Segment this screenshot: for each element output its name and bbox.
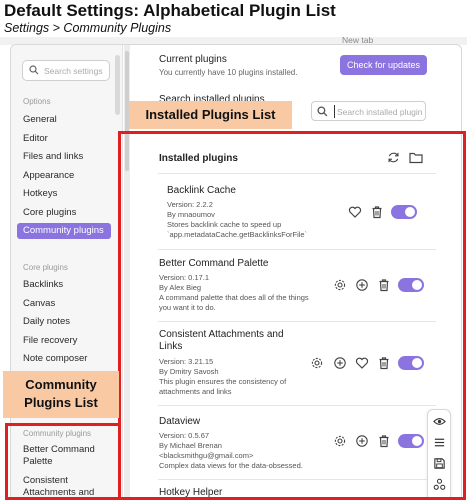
search-icon [29, 65, 39, 75]
sidebar-scrollbar[interactable] [115, 55, 120, 115]
sidebar-item-backlinks[interactable]: Backlinks [17, 277, 111, 293]
annotation-installed-plugins-label: Installed Plugins List [129, 101, 292, 129]
annotation-community-plugins-box [5, 423, 121, 500]
section-heading-options: Options [23, 97, 51, 106]
sidebar-item-editor[interactable]: Editor [17, 131, 111, 147]
check-for-updates-button[interactable]: Check for updates [340, 55, 427, 75]
sidebar-item-appearance[interactable]: Appearance [17, 168, 111, 184]
page-title: Default Settings: Alphabetical Plugin Li… [4, 1, 336, 20]
section-heading-core-plugins: Core plugins [23, 263, 68, 272]
current-plugins-subtitle: You currently have 10 plugins installed. [159, 68, 298, 77]
settings-search[interactable] [22, 60, 110, 81]
sidebar-item-core-plugins[interactable]: Core plugins [17, 205, 111, 221]
plugin-search-input[interactable] [334, 105, 422, 118]
annotation-community-plugins-label: Community Plugins List [3, 371, 119, 418]
sidebar-item-files-and-links[interactable]: Files and links [17, 149, 111, 165]
annotation-installed-plugins-box [118, 131, 466, 500]
sidebar-item-daily-notes[interactable]: Daily notes [17, 314, 111, 330]
plugin-search[interactable] [311, 101, 426, 121]
sidebar-item-hotkeys[interactable]: Hotkeys [17, 186, 111, 202]
sidebar-item-canvas[interactable]: Canvas [17, 296, 111, 312]
settings-search-input[interactable] [44, 64, 108, 78]
sidebar-item-community-plugins[interactable]: Community plugins [17, 223, 111, 239]
breadcrumb: Settings > Community Plugins [4, 21, 172, 35]
search-icon [317, 106, 328, 117]
sidebar-item-general[interactable]: General [17, 112, 111, 128]
current-plugins-title: Current plugins [159, 54, 227, 65]
sidebar-item-file-recovery[interactable]: File recovery [17, 333, 111, 349]
sidebar-item-note-composer[interactable]: Note composer [17, 351, 111, 367]
